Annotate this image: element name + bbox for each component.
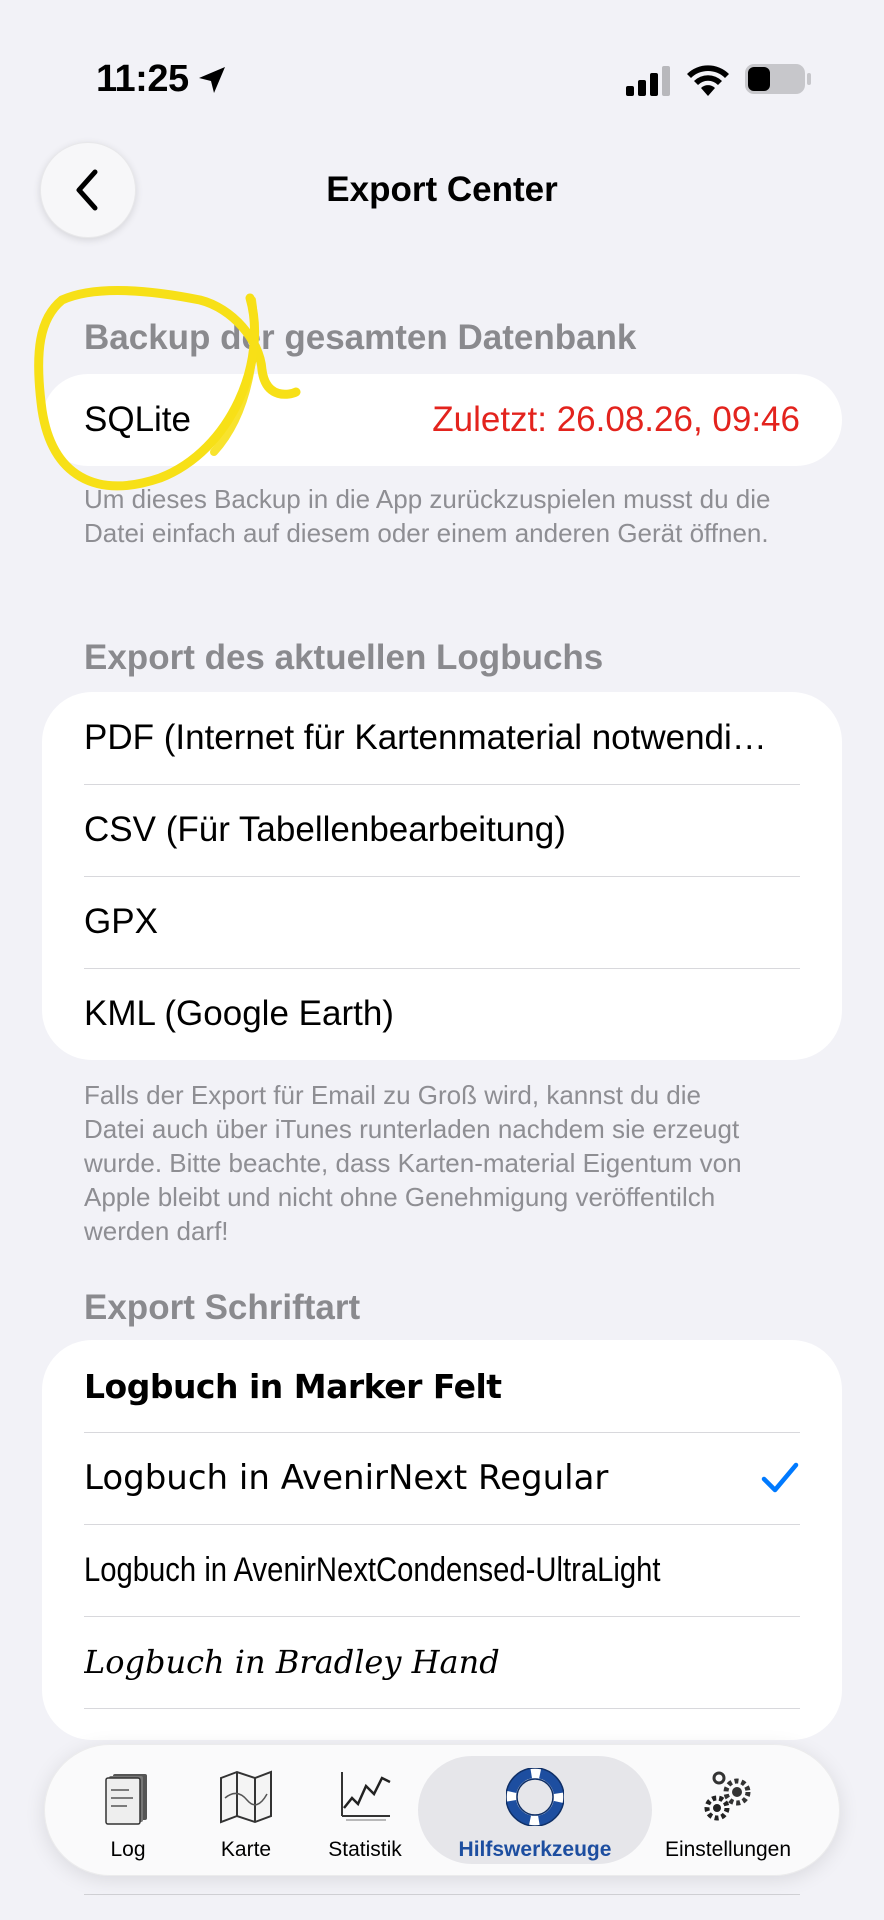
section-header-export: Export des aktuellen Logbuchs (84, 638, 604, 677)
export-kml-row[interactable]: KML (Google Earth) (42, 968, 842, 1060)
font-option-label: Logbuch in AvenirNext Regular (84, 1458, 609, 1498)
status-bar: 11:25 (0, 0, 884, 120)
tab-label: Hilfswerkzeuge (458, 1838, 612, 1861)
section-header-font: Export Schriftart (84, 1288, 361, 1327)
wifi-icon (687, 65, 729, 96)
backup-group: SQLite Zuletzt: 26.08.26, 09:46 (42, 374, 842, 466)
tab-bar: Log Karte Statistik Hilfswerkzeuge Einst… (44, 1744, 840, 1876)
section-header-backup: Backup der gesamten Datenbank (84, 318, 637, 357)
backup-footnote: Um dieses Backup in die App zurückzuspie… (84, 484, 771, 548)
font-option-label: Logbuch in Marker Felt (84, 1366, 502, 1406)
tab-label: Einstellungen (664, 1838, 792, 1861)
tab-einstellungen[interactable]: Einstellungen (648, 1744, 808, 1876)
font-option-marker-felt[interactable]: Logbuch in Marker Felt (42, 1340, 842, 1432)
sqlite-row[interactable]: SQLite Zuletzt: 26.08.26, 09:46 (42, 374, 842, 466)
tab-hilfswerkzeuge[interactable]: Hilfswerkzeuge (418, 1744, 652, 1876)
font-group: Logbuch in Marker Felt Logbuch in Avenir… (42, 1340, 842, 1740)
font-option-partial[interactable] (42, 1708, 842, 1740)
font-option-bradley-hand[interactable]: Logbuch in Bradley Hand (42, 1616, 842, 1708)
font-option-avenir-next[interactable]: Logbuch in AvenirNext Regular (42, 1432, 842, 1524)
lifebuoy-icon (506, 1768, 564, 1826)
status-time: 11:25 (96, 58, 189, 100)
export-pdf-label: PDF (Internet für Kartenmaterial notwend… (84, 718, 767, 757)
tab-label: Log (110, 1838, 146, 1861)
last-backup-value: Zuletzt: 26.08.26, 09:46 (432, 400, 800, 439)
list-divider (84, 1894, 800, 1895)
export-gpx-label: GPX (84, 902, 158, 941)
export-group: PDF (Internet für Kartenmaterial notwend… (42, 692, 842, 1060)
chart-icon (341, 1772, 391, 1821)
page-title: Export Center (326, 170, 558, 209)
location-arrow-icon (199, 67, 225, 93)
tab-label: Karte (220, 1838, 272, 1861)
font-option-label: Logbuch in Bradley Hand (84, 1643, 500, 1681)
tab-label: Statistik (328, 1838, 402, 1861)
checkmark-icon (761, 1462, 799, 1493)
cellular-signal-icon (626, 66, 670, 96)
export-gpx-row[interactable]: GPX (42, 876, 842, 968)
tab-log[interactable]: Log (80, 1744, 176, 1876)
battery-icon (745, 64, 811, 94)
sqlite-label: SQLite (84, 400, 191, 439)
export-csv-row[interactable]: CSV (Für Tabellenbearbeitung) (42, 784, 842, 876)
tab-statistik[interactable]: Statistik (310, 1744, 420, 1876)
map-icon (220, 1770, 272, 1824)
logbook-icon (105, 1774, 147, 1825)
font-option-avenir-condensed[interactable]: Logbuch in AvenirNextCondensed-UltraLigh… (42, 1524, 842, 1616)
tab-karte[interactable]: Karte (196, 1744, 296, 1876)
export-pdf-row[interactable]: PDF (Internet für Kartenmaterial notwend… (42, 692, 842, 784)
export-footnote: Falls der Export für Email zu Groß wird,… (84, 1080, 742, 1246)
font-option-label: Logbuch in AvenirNextCondensed-UltraLigh… (84, 1550, 661, 1589)
export-csv-label: CSV (Für Tabellenbearbeitung) (84, 810, 566, 849)
gears-icon (704, 1771, 751, 1821)
export-kml-label: KML (Google Earth) (84, 994, 394, 1033)
